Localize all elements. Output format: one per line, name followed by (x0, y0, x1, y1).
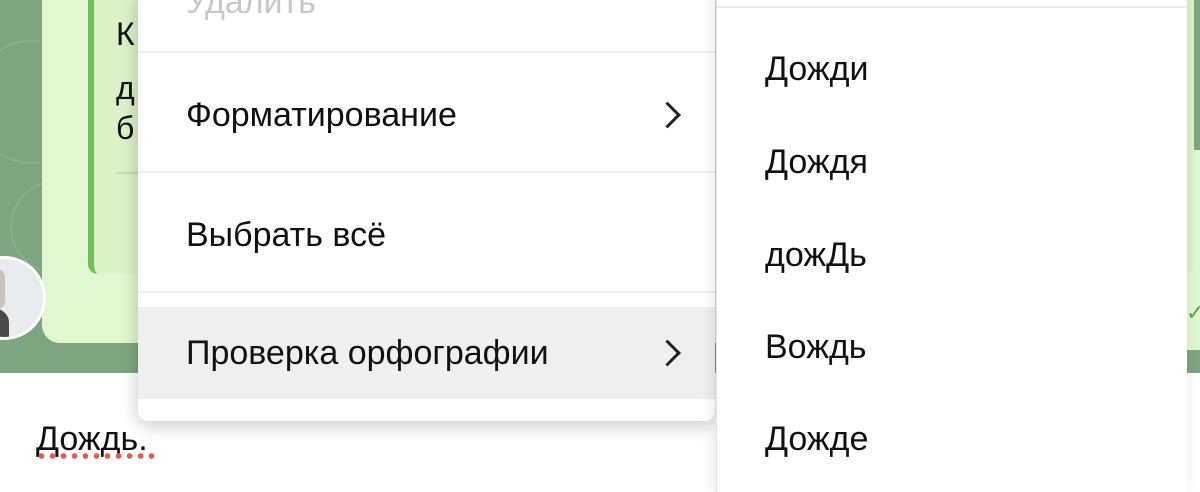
suggestion-item[interactable]: Вождь (765, 328, 867, 367)
menu-item-spellcheck[interactable]: Проверка орфографии (138, 307, 715, 399)
menu-item-formatting[interactable]: Форматирование (138, 69, 715, 161)
quote-divider (116, 172, 138, 174)
spell-error-underline (36, 452, 154, 460)
menu-divider (138, 51, 715, 53)
menu-item-select-all[interactable]: Выбрать всё (138, 189, 715, 281)
menu-divider (138, 291, 715, 293)
menu-item-label: Выбрать всё (186, 215, 386, 254)
suggestion-item[interactable]: Дождя (765, 143, 868, 182)
suggestion-item[interactable]: Дожде (765, 420, 868, 459)
read-check-icon: ✓ (1186, 300, 1200, 325)
chevron-right-icon (654, 101, 681, 129)
menu-item-label: Проверка орфографии (186, 333, 549, 372)
spellcheck-submenu: Дожди Дождя дожДь Вождь Дожде (716, 0, 1187, 492)
suggestion-item[interactable]: Дожди (765, 50, 869, 89)
context-menu: Удалить Форматирование Выбрать всё Прове… (138, 0, 715, 421)
suggestion-item[interactable]: дожДь (765, 236, 867, 275)
chevron-right-icon (654, 339, 681, 367)
menu-item-label: Форматирование (186, 95, 457, 134)
submenu-divider (717, 6, 1187, 8)
menu-item-label: Удалить (186, 0, 316, 21)
menu-item-delete[interactable]: Удалить (138, 0, 715, 30)
menu-divider (138, 171, 715, 173)
